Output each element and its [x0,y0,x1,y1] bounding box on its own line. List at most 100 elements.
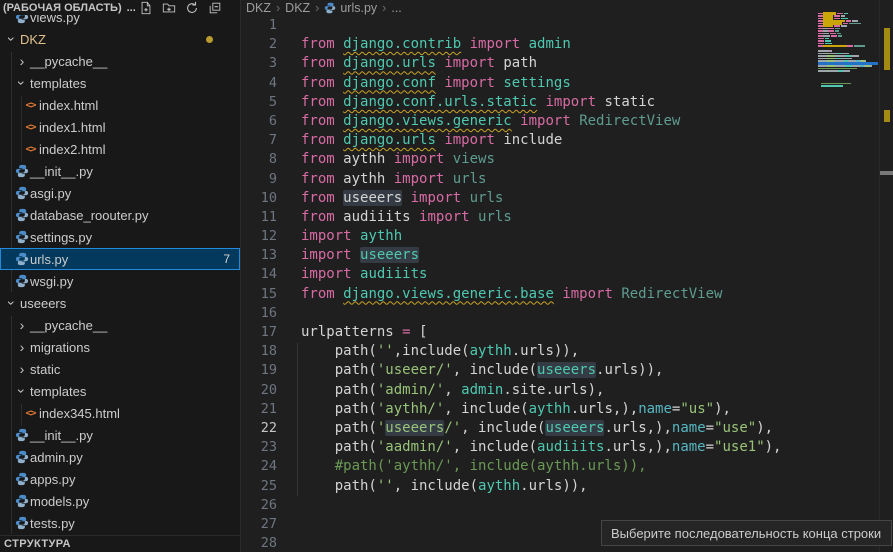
code-line-2[interactable]: 2from django.contrib import admin [241,35,817,54]
line-number: 27 [241,515,277,534]
tree-item-apps.py[interactable]: apps.py [0,468,240,490]
line-number: 23 [241,438,277,457]
line-number: 5 [241,93,277,112]
code-line-25[interactable]: 25 path('', include(aythh.urls)), [241,477,817,496]
tree-item-index345.html[interactable]: <>index345.html [0,402,240,424]
tree-item-__init__.py[interactable]: __init__.py [0,160,240,182]
line-number: 26 [241,496,277,515]
tree-item-__pycache__[interactable]: ›__pycache__ [0,50,240,72]
code-line-7[interactable]: 7from django.urls import include [241,131,817,150]
tree-item-label: __init__.py [30,428,93,443]
tree-item-tests.py[interactable]: tests.py [0,512,240,534]
tree-item-index1.html[interactable]: <>index1.html [0,116,240,138]
tree-item-label: models.py [30,494,89,509]
code-line-23[interactable]: 23 path('aadmin/', include(audiiits.urls… [241,438,817,457]
code-line-3[interactable]: 3from django.urls import path [241,54,817,73]
tree-item-urls.py[interactable]: urls.py7 [0,248,240,270]
code-text: from django.urls import include [301,131,562,150]
tree-item-label: tests.py [30,516,75,531]
line-number: 28 [241,534,277,552]
tree-item-__pycache__[interactable]: ›__pycache__ [0,314,240,336]
refresh-icon[interactable] [185,1,199,15]
code-line-5[interactable]: 5from django.conf.urls.static import sta… [241,93,817,112]
code-line-8[interactable]: 8from aythh import views [241,150,817,169]
tree-item-index.html[interactable]: <>index.html [0,94,240,116]
python-file-icon [13,252,30,266]
tree-item-settings.py[interactable]: settings.py [0,226,240,248]
breadcrumb-separator-icon: › [315,1,319,15]
tree-item-useeers[interactable]: ›useeers [0,292,240,314]
editor-pane: DKZ›DKZ›urls.py›... 12from django.contri… [241,0,893,552]
code-line-14[interactable]: 14import audiiits [241,265,817,284]
tree-item-label: urls.py [30,252,68,267]
line-number: 19 [241,361,277,380]
more-actions-button[interactable]: ... [127,2,136,14]
tree-item-label: index.html [39,98,98,113]
tree-item-__init__.py[interactable]: __init__.py [0,424,240,446]
code-line-19[interactable]: 19 path('useeer/', include(useeers.urls)… [241,361,817,380]
tree-item-admin.py[interactable]: admin.py [0,446,240,468]
ruler-mark [884,28,890,70]
python-icon [324,2,336,14]
breadcrumb-item[interactable]: ... [391,1,401,15]
minimap[interactable] [818,0,878,552]
code-line-1[interactable]: 1 [241,16,817,35]
tree-item-models.py[interactable]: models.py [0,490,240,512]
collapse-all-icon[interactable] [208,1,222,15]
code-line-22[interactable]: 22 path('useeers/', include(useeers.urls… [241,419,817,438]
tree-item-templates[interactable]: ›templates [0,380,240,402]
outline-title: СТРУКТУРА [4,538,71,550]
code-text: path('admin/', admin.site.urls), [301,381,604,400]
chevron-right-icon: › [14,318,30,332]
code-line-11[interactable]: 11from audiiits import urls [241,208,817,227]
code-text: from useeers import urls [301,189,503,208]
chevron-right-icon: › [14,340,30,354]
new-file-icon[interactable] [139,1,153,15]
code-line-18[interactable]: 18 path('',include(aythh.urls)), [241,342,817,361]
tree-item-asgi.py[interactable]: asgi.py [0,182,240,204]
code-text: path('',include(aythh.urls)), [301,342,579,361]
tree-item-DKZ[interactable]: ›DKZ [0,28,240,50]
html-file-icon: <> [22,144,39,155]
code-text: from django.conf import settings [301,74,571,93]
tree-item-index2.html[interactable]: <>index2.html [0,138,240,160]
modified-dot-icon [206,36,213,43]
tree-item-migrations[interactable]: ›migrations [0,336,240,358]
tree-item-static[interactable]: ›static [0,358,240,380]
breadcrumb-item[interactable]: DKZ [285,1,310,15]
code-line-12[interactable]: 12import aythh [241,227,817,246]
code-lines[interactable]: 12from django.contrib import admin3from … [241,16,817,552]
line-number: 17 [241,323,277,342]
tree-item-label: settings.py [30,230,92,245]
code-line-21[interactable]: 21 path('aythh/', include(aythh.urls,),n… [241,400,817,419]
code-line-17[interactable]: 17urlpatterns = [ [241,323,817,342]
tree-item-label: apps.py [30,472,76,487]
breadcrumb-item[interactable]: DKZ [246,1,271,15]
tree-item-label: templates [30,76,86,91]
breadcrumb-item[interactable]: urls.py [324,1,377,15]
outline-section-header[interactable]: СТРУКТУРА [0,535,240,552]
tree-item-label: database_roouter.py [30,208,149,223]
code-line-16[interactable]: 16 [241,304,817,323]
code-line-20[interactable]: 20 path('admin/', admin.site.urls), [241,381,817,400]
code-line-9[interactable]: 9from aythh import urls [241,170,817,189]
tree-item-label: templates [30,384,86,399]
code-line-4[interactable]: 4from django.conf import settings [241,74,817,93]
overview-ruler [879,0,893,552]
code-line-6[interactable]: 6from django.views.generic import Redire… [241,112,817,131]
code-line-10[interactable]: 10from useeers import urls [241,189,817,208]
line-number: 22 [241,419,277,438]
tree-item-templates[interactable]: ›templates [0,72,240,94]
code-line-24[interactable]: 24 #path('aythh/', include(aythh.urls)), [241,457,817,476]
line-number: 2 [241,35,277,54]
code-line-26[interactable]: 26 [241,496,817,515]
new-folder-icon[interactable] [162,1,176,15]
code-text: from aythh import urls [301,170,486,189]
code-line-13[interactable]: 13import useeers [241,246,817,265]
line-number: 21 [241,400,277,419]
tree-item-wsgi.py[interactable]: wsgi.py [0,270,240,292]
tree-item-label: useeers [20,296,66,311]
tree-item-database_roouter.py[interactable]: database_roouter.py [0,204,240,226]
explorer-header: (РАБОЧАЯ ОБЛАСТЬ) ... [0,0,240,15]
code-line-15[interactable]: 15from django.views.generic.base import … [241,285,817,304]
